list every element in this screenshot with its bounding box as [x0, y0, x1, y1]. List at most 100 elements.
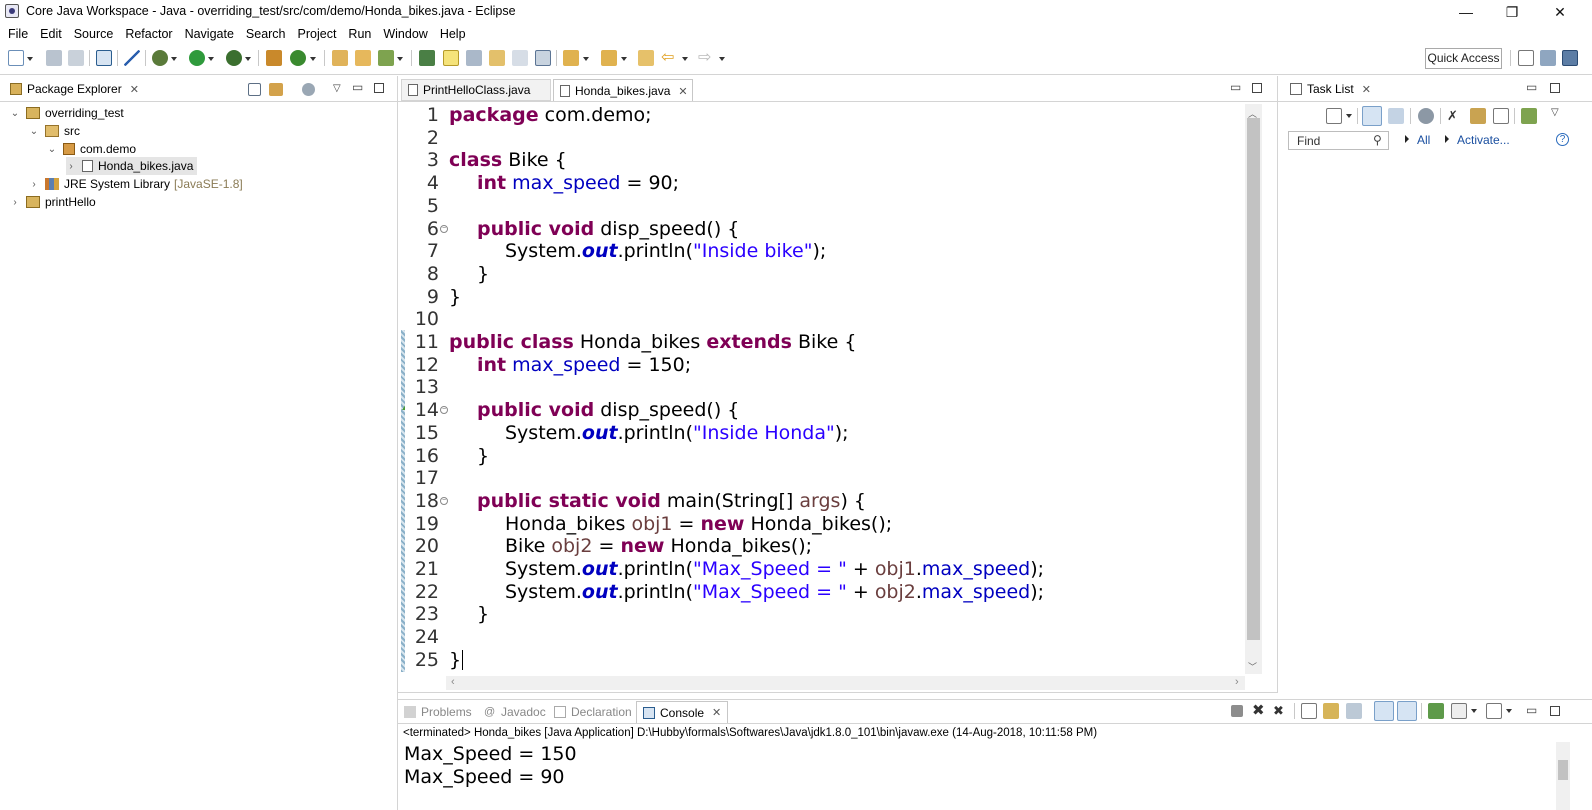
- new-dropdown-icon[interactable]: [27, 57, 33, 61]
- forward-dropdown-icon[interactable]: [719, 57, 725, 61]
- minimize-view-icon[interactable]: ▭: [352, 80, 363, 94]
- maximize-view-icon[interactable]: [1550, 83, 1560, 93]
- close-icon[interactable]: ✕: [1362, 83, 1371, 96]
- maximize-view-icon[interactable]: [1550, 706, 1560, 716]
- word-wrap-icon[interactable]: [512, 50, 528, 66]
- coverage-dropdown-icon[interactable]: [245, 57, 251, 61]
- editor-horizontal-scrollbar[interactable]: [446, 676, 1245, 690]
- show-only-my-tasks-icon[interactable]: [1470, 108, 1486, 124]
- tree-item-printhello[interactable]: › printHello: [10, 193, 95, 211]
- close-icon[interactable]: ✕: [130, 83, 139, 96]
- scroll-left-icon[interactable]: ‹: [451, 676, 455, 688]
- remove-launch-icon[interactable]: ✖: [1252, 703, 1268, 719]
- forward-icon[interactable]: ⇨: [698, 50, 714, 66]
- search-dropdown-icon[interactable]: [397, 57, 403, 61]
- show-on-stderr-icon[interactable]: [1397, 701, 1417, 721]
- fold-collapse-icon[interactable]: −: [440, 406, 448, 414]
- open-perspective-icon[interactable]: [1518, 50, 1534, 66]
- minimize-view-icon[interactable]: ▭: [1230, 80, 1241, 94]
- collapse-all-icon[interactable]: [1493, 108, 1509, 124]
- toggle-mark-occurrences-icon[interactable]: [443, 50, 459, 66]
- open-console-dropdown-icon[interactable]: [1506, 709, 1512, 713]
- tree-item-src[interactable]: ⌄ src: [29, 122, 80, 140]
- fold-collapse-icon[interactable]: −: [440, 225, 448, 233]
- skip-breakpoints-icon[interactable]: [124, 50, 140, 66]
- close-icon[interactable]: ✕: [712, 706, 721, 719]
- tab-printhelloclass[interactable]: PrintHelloClass.java: [401, 79, 551, 101]
- show-whitespace-icon[interactable]: [489, 50, 505, 66]
- toggle-block-selection-icon[interactable]: [466, 50, 482, 66]
- fold-collapse-icon[interactable]: −: [440, 497, 448, 505]
- tab-package-explorer[interactable]: Package Explorer ✕: [10, 82, 139, 96]
- menu-project[interactable]: Project: [292, 25, 343, 43]
- scroll-lock-icon[interactable]: [1323, 703, 1339, 719]
- remove-all-launches-icon[interactable]: ✖: [1273, 703, 1289, 719]
- tree-item-overriding-test[interactable]: ⌄ overriding_test: [10, 104, 124, 122]
- all-link[interactable]: All: [1417, 133, 1430, 147]
- restore-button[interactable]: ❐: [1489, 0, 1535, 24]
- chevron-right-icon[interactable]: ›: [66, 161, 76, 172]
- tab-problems[interactable]: Problems: [404, 705, 472, 719]
- open-task-icon[interactable]: [355, 50, 371, 66]
- scroll-down-icon[interactable]: ﹀: [1248, 660, 1257, 673]
- new-class-icon[interactable]: [290, 50, 306, 66]
- scrollbar-thumb[interactable]: [1558, 760, 1568, 780]
- debug-dropdown-icon[interactable]: [171, 57, 177, 61]
- maximize-view-icon[interactable]: [1252, 83, 1262, 93]
- chevron-right-icon[interactable]: ›: [10, 197, 20, 208]
- run-dropdown-icon[interactable]: [208, 57, 214, 61]
- synchronize-icon[interactable]: [1521, 108, 1537, 124]
- menu-run[interactable]: Run: [342, 25, 377, 43]
- next-annotation-dropdown-icon[interactable]: [583, 57, 589, 61]
- tree-item-jre-system-library[interactable]: › JRE System Library [JavaSE-1.8]: [29, 175, 242, 193]
- tab-task-list[interactable]: Task List ✕: [1290, 82, 1371, 96]
- previous-annotation-icon[interactable]: [601, 50, 617, 66]
- new-task-icon[interactable]: [1326, 108, 1342, 124]
- open-console-icon[interactable]: [1486, 703, 1502, 719]
- debug-icon[interactable]: [152, 50, 168, 66]
- menu-navigate[interactable]: Navigate: [179, 25, 240, 43]
- display-console-dropdown-icon[interactable]: [1471, 709, 1477, 713]
- menu-help[interactable]: Help: [434, 25, 472, 43]
- menu-source[interactable]: Source: [68, 25, 120, 43]
- pilcrow-icon[interactable]: [535, 50, 551, 66]
- chevron-down-icon[interactable]: ⌄: [47, 144, 57, 155]
- coverage-icon[interactable]: [226, 50, 242, 66]
- menu-search[interactable]: Search: [240, 25, 292, 43]
- tab-honda-bikes[interactable]: Honda_bikes.java ✕: [553, 79, 693, 102]
- code-editor[interactable]: 1 2 3 4 5 6 7 8 9 10 11 12 13 14 15 16 1…: [405, 104, 1271, 682]
- show-on-stdout-icon[interactable]: [1374, 701, 1394, 721]
- minimize-view-icon[interactable]: ▭: [1526, 703, 1537, 717]
- tab-javadoc[interactable]: @ Javadoc: [484, 705, 546, 719]
- console-icon[interactable]: [96, 50, 112, 66]
- chevron-down-icon[interactable]: ⌄: [10, 108, 20, 119]
- scrollbar-thumb[interactable]: [1247, 118, 1260, 640]
- display-console-icon[interactable]: [1451, 703, 1467, 719]
- annotation-icon[interactable]: [419, 50, 435, 66]
- categorized-icon[interactable]: [1362, 106, 1382, 126]
- back-dropdown-icon[interactable]: [682, 57, 688, 61]
- close-button[interactable]: ✕: [1537, 0, 1583, 24]
- menu-refactor[interactable]: Refactor: [119, 25, 178, 43]
- tree-item-com-demo[interactable]: ⌄ com.demo: [47, 140, 136, 158]
- minimize-button[interactable]: —: [1443, 0, 1489, 24]
- view-menu-icon[interactable]: ▽: [333, 83, 341, 94]
- minimize-view-icon[interactable]: ▭: [1526, 80, 1537, 94]
- terminate-icon[interactable]: [1231, 705, 1243, 717]
- previous-annotation-dropdown-icon[interactable]: [621, 57, 627, 61]
- tab-declaration[interactable]: Declaration: [554, 705, 632, 719]
- help-icon[interactable]: ?: [1556, 133, 1569, 146]
- tab-console[interactable]: Console ✕: [636, 701, 729, 723]
- scroll-right-icon[interactable]: ›: [1235, 676, 1239, 688]
- find-input[interactable]: Find ⚲: [1288, 131, 1389, 150]
- focus-icon[interactable]: [302, 83, 315, 96]
- perspective-java-ee-icon[interactable]: [1540, 50, 1556, 66]
- menu-file[interactable]: File: [2, 25, 34, 43]
- collapse-all-icon[interactable]: [248, 83, 261, 96]
- quick-access-field[interactable]: Quick Access: [1425, 48, 1502, 69]
- new-java-project-icon[interactable]: [266, 50, 282, 66]
- new-class-dropdown-icon[interactable]: [310, 57, 316, 61]
- chevron-right-icon[interactable]: ›: [29, 179, 39, 190]
- search-icon[interactable]: [378, 50, 394, 66]
- back-icon[interactable]: ⇦: [661, 50, 677, 66]
